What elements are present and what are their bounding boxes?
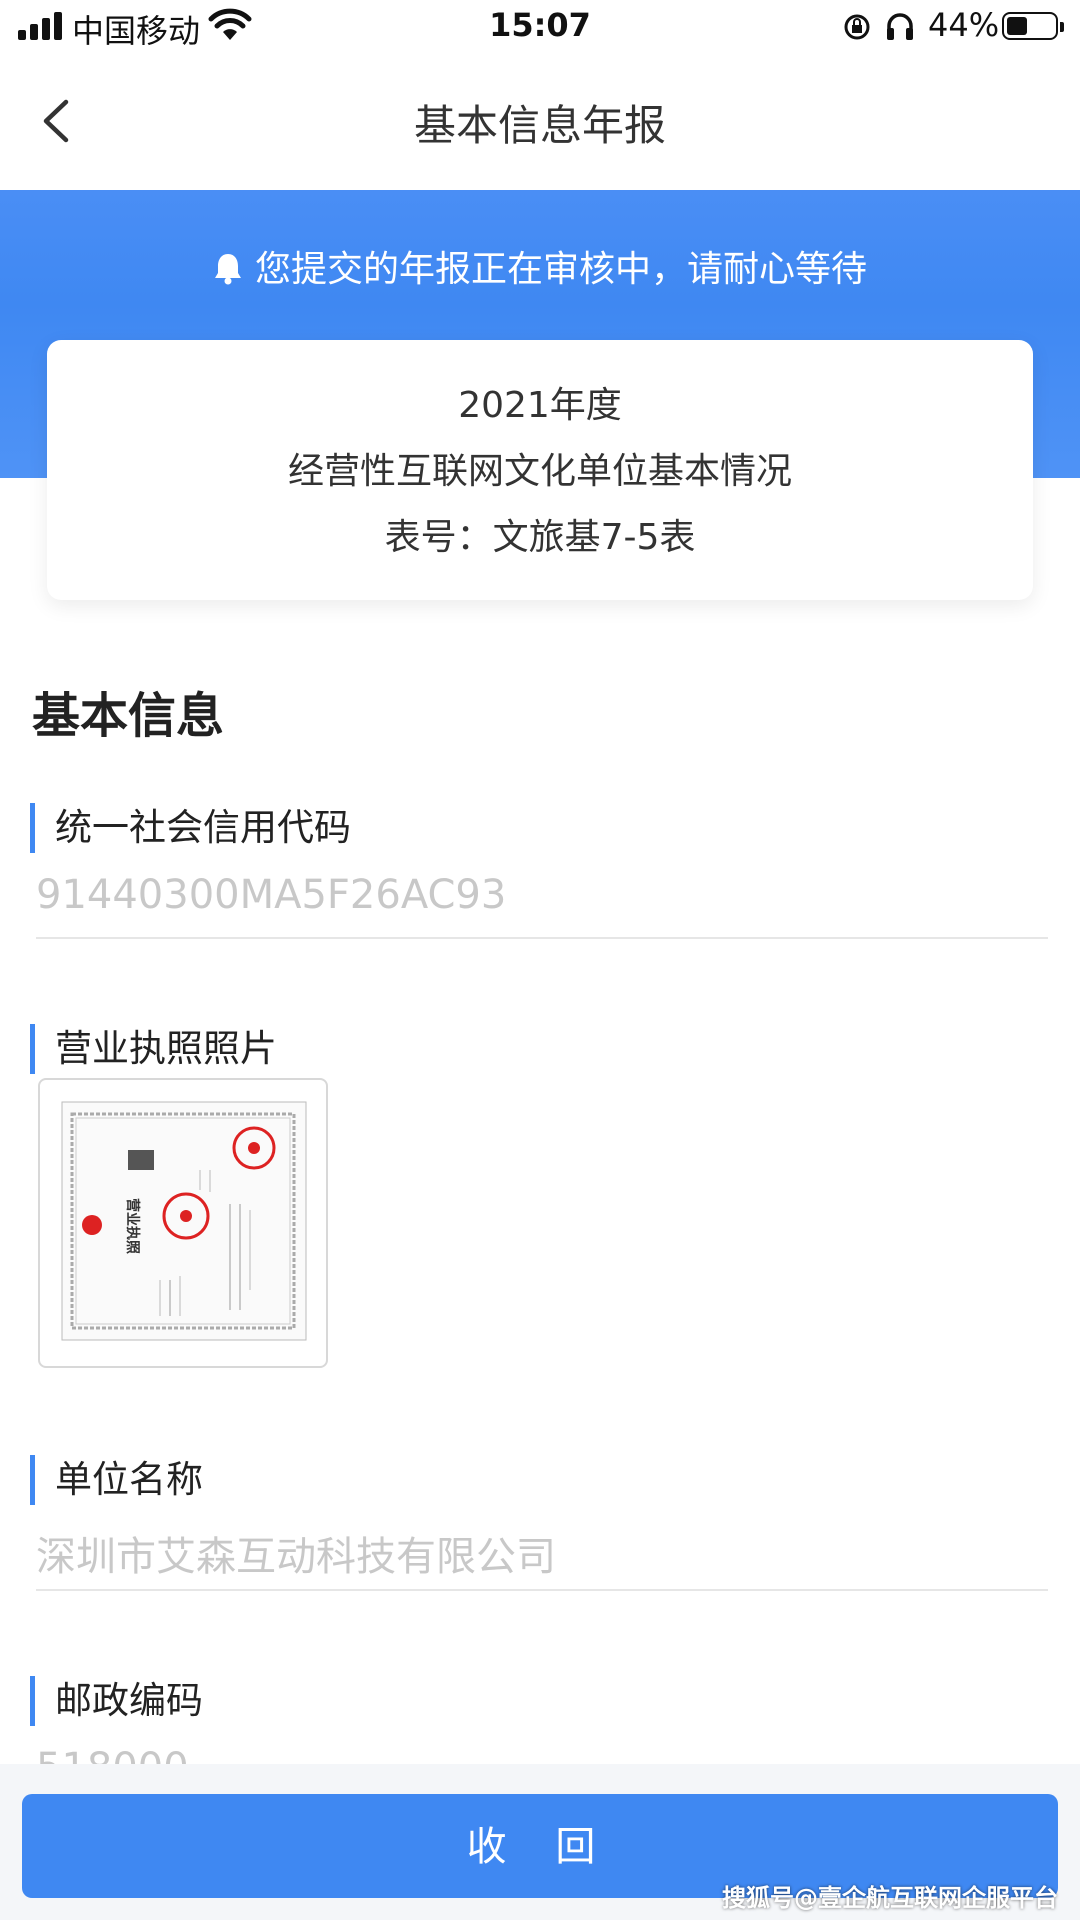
battery-percent: 44% — [928, 6, 1000, 44]
credit-code-field[interactable]: 91440300MA5F26AC93 — [36, 872, 506, 918]
bell-icon — [214, 254, 241, 285]
divider — [36, 937, 1048, 939]
divider — [36, 1589, 1048, 1591]
company-name-field[interactable]: 深圳市艾森互动科技有限公司 — [36, 1524, 556, 1582]
battery-icon — [1002, 12, 1064, 40]
report-year: 2021年度 — [458, 385, 622, 426]
report-subtitle: 经营性互联网文化单位基本情况 — [287, 451, 792, 492]
section-title: 基本信息 — [32, 688, 225, 744]
status-bar: 中国移动 15:07 44% — [0, 0, 1080, 56]
report-info-card: 2021年度 经营性互联网文化单位基本情况 表号：文旅基7-5表 — [47, 340, 1033, 600]
license-title: 营业执照 — [124, 1198, 141, 1254]
page-title: 基本信息年报 — [413, 101, 666, 150]
form-number: 表号：文旅基7-5表 — [384, 517, 696, 558]
rotation-lock-icon — [844, 14, 870, 40]
navigation-bar: 基本信息年报 — [0, 56, 1080, 190]
business-license-image: 营业执照 — [61, 1101, 307, 1341]
credit-code-label: 统一社会信用代码 — [30, 803, 351, 853]
review-notice-text: 您提交的年报正在审核中，请耐心等待 — [254, 249, 867, 290]
clock: 15:07 — [489, 6, 591, 44]
business-license-photo[interactable]: 营业执照 — [38, 1078, 328, 1368]
watermark: 搜狐号@壹企航互联网企服平台 — [722, 1884, 1058, 1912]
license-photo-label: 营业执照照片 — [30, 1024, 277, 1074]
postal-code-label: 邮政编码 — [30, 1676, 203, 1726]
headphones-icon — [887, 13, 913, 40]
company-name-label: 单位名称 — [30, 1455, 203, 1505]
review-notice: 您提交的年报正在审核中，请耐心等待 — [0, 240, 1080, 292]
